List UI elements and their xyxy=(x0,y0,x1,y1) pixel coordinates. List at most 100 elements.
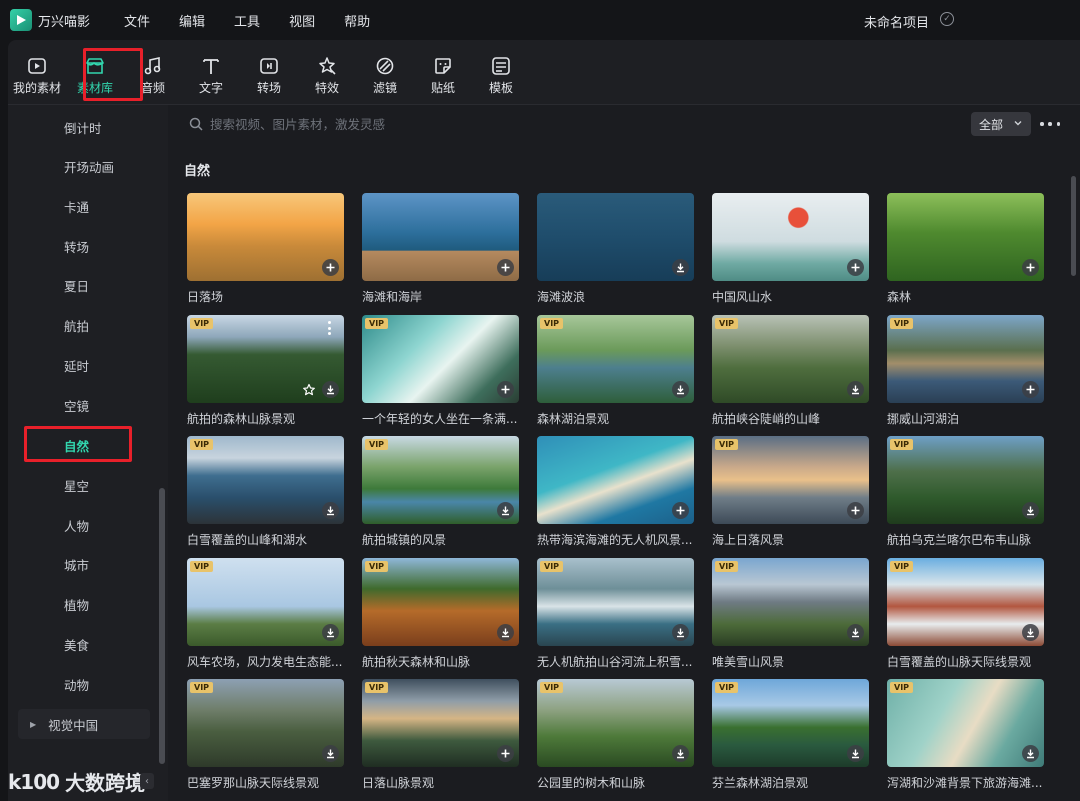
asset-thumbnail[interactable]: VIP xyxy=(362,315,519,403)
asset-card[interactable]: VIP 无人机航拍山谷河流上积雪... xyxy=(537,558,694,670)
project-name[interactable]: 未命名项目 xyxy=(864,12,929,31)
asset-card[interactable]: 海滩和海岸 xyxy=(362,193,519,305)
asset-thumbnail[interactable]: VIP xyxy=(887,436,1044,524)
download-button[interactable] xyxy=(847,381,864,398)
sidebar-item[interactable]: 开场动画 xyxy=(8,146,158,186)
filter-dropdown[interactable]: 全部 xyxy=(971,112,1031,136)
asset-card[interactable]: VIP 白雪覆盖的山峰和湖水 xyxy=(187,436,344,548)
collapse-sidebar-button[interactable]: ‹ xyxy=(140,773,154,789)
add-button[interactable] xyxy=(497,745,514,762)
asset-card[interactable]: VIP 风车农场，风力发电生态能... xyxy=(187,558,344,670)
asset-card[interactable]: VIP 航拍秋天森林和山脉 xyxy=(362,558,519,670)
sidebar-item[interactable]: 夏日 xyxy=(8,265,158,305)
asset-thumbnail[interactable] xyxy=(362,193,519,281)
download-button[interactable] xyxy=(1022,502,1039,519)
download-button[interactable] xyxy=(497,502,514,519)
asset-thumbnail[interactable]: VIP xyxy=(712,558,869,646)
sidebar-item[interactable]: 卡通 xyxy=(8,186,158,226)
asset-card[interactable]: VIP 挪威山河湖泊 xyxy=(887,315,1044,427)
sidebar-item[interactable]: 人物 xyxy=(8,505,158,545)
add-button[interactable] xyxy=(497,381,514,398)
download-button[interactable] xyxy=(672,745,689,762)
tab-audio[interactable]: 音频 xyxy=(124,42,182,100)
sidebar-item[interactable]: 倒计时 xyxy=(8,107,158,147)
download-button[interactable] xyxy=(847,745,864,762)
menu-file[interactable]: 文件 xyxy=(124,11,150,30)
asset-thumbnail[interactable]: VIP xyxy=(712,436,869,524)
tab-transitions[interactable]: 转场 xyxy=(240,42,298,100)
asset-card[interactable]: VIP 巴塞罗那山脉天际线景观 xyxy=(187,679,344,791)
asset-card[interactable]: VIP 海上日落风景 xyxy=(712,436,869,548)
asset-thumbnail[interactable]: VIP xyxy=(187,315,344,403)
asset-thumbnail[interactable] xyxy=(537,436,694,524)
sidebar-item[interactable]: 延时 xyxy=(8,345,158,385)
favorite-star-icon[interactable] xyxy=(302,383,316,397)
asset-thumbnail[interactable]: VIP xyxy=(362,679,519,767)
more-options-icon[interactable] xyxy=(1040,116,1060,132)
sidebar-item-nature[interactable]: 自然 xyxy=(8,425,158,465)
add-button[interactable] xyxy=(322,259,339,276)
asset-card[interactable]: VIP 一个年轻的女人坐在一条满... xyxy=(362,315,519,427)
tab-text[interactable]: 文字 xyxy=(182,42,240,100)
add-button[interactable] xyxy=(497,259,514,276)
download-button[interactable] xyxy=(672,381,689,398)
download-button[interactable] xyxy=(1022,745,1039,762)
tab-effects[interactable]: 特效 xyxy=(298,42,356,100)
sidebar-item[interactable]: 航拍 xyxy=(8,305,158,345)
asset-thumbnail[interactable] xyxy=(887,193,1044,281)
asset-thumbnail[interactable]: VIP xyxy=(362,558,519,646)
asset-card[interactable]: VIP 航拍的森林山脉景观 xyxy=(187,315,344,427)
sidebar-item[interactable]: 星空 xyxy=(8,465,158,505)
download-button[interactable] xyxy=(322,624,339,641)
download-button[interactable] xyxy=(497,624,514,641)
asset-thumbnail[interactable] xyxy=(712,193,869,281)
asset-card[interactable]: VIP 唯美雪山风景 xyxy=(712,558,869,670)
asset-card[interactable]: 中国风山水 xyxy=(712,193,869,305)
download-button[interactable] xyxy=(672,624,689,641)
download-button[interactable] xyxy=(322,502,339,519)
asset-card[interactable]: VIP 芬兰森林湖泊景观 xyxy=(712,679,869,791)
asset-thumbnail[interactable]: VIP xyxy=(187,558,344,646)
menu-edit[interactable]: 编辑 xyxy=(179,11,205,30)
asset-thumbnail[interactable] xyxy=(187,193,344,281)
add-button[interactable] xyxy=(672,502,689,519)
asset-thumbnail[interactable]: VIP xyxy=(362,436,519,524)
asset-card[interactable]: VIP 日落山脉景观 xyxy=(362,679,519,791)
asset-card[interactable]: VIP 森林湖泊景观 xyxy=(537,315,694,427)
download-button[interactable] xyxy=(1022,624,1039,641)
asset-card[interactable]: 森林 xyxy=(887,193,1044,305)
download-button[interactable] xyxy=(322,381,339,398)
add-button[interactable] xyxy=(847,502,864,519)
menu-help[interactable]: 帮助 xyxy=(344,11,370,30)
menu-tools[interactable]: 工具 xyxy=(234,11,260,30)
asset-thumbnail[interactable]: VIP xyxy=(712,315,869,403)
sidebar-group-vcg[interactable]: ▶ 视觉中国 xyxy=(18,709,150,739)
add-button[interactable] xyxy=(847,259,864,276)
asset-card[interactable]: VIP 航拍峡谷陡峭的山峰 xyxy=(712,315,869,427)
add-button[interactable] xyxy=(1022,259,1039,276)
download-button[interactable] xyxy=(847,624,864,641)
menu-view[interactable]: 视图 xyxy=(289,11,315,30)
tab-filters[interactable]: 滤镜 xyxy=(356,42,414,100)
sidebar-item[interactable]: 空镜 xyxy=(8,385,158,425)
asset-thumbnail[interactable]: VIP xyxy=(887,558,1044,646)
sidebar-item[interactable]: 动物 xyxy=(8,664,158,704)
tab-my-media[interactable]: 我的素材 xyxy=(8,42,66,100)
asset-thumbnail[interactable] xyxy=(537,193,694,281)
asset-card[interactable]: VIP 泻湖和沙滩背景下旅游海滩... xyxy=(887,679,1044,791)
sidebar-item[interactable]: 转场 xyxy=(8,226,158,266)
asset-card[interactable]: 海滩波浪 xyxy=(537,193,694,305)
asset-card[interactable]: 日落场 xyxy=(187,193,344,305)
content-scrollbar[interactable] xyxy=(1071,176,1076,276)
asset-card[interactable]: VIP 航拍乌克兰喀尔巴布韦山脉 xyxy=(887,436,1044,548)
asset-card[interactable]: VIP 航拍城镇的风景 xyxy=(362,436,519,548)
tab-stock-library[interactable]: 素材库 xyxy=(66,42,124,100)
sidebar-item[interactable]: 美食 xyxy=(8,624,158,664)
sidebar-scrollbar[interactable] xyxy=(159,488,165,764)
asset-thumbnail[interactable]: VIP xyxy=(887,679,1044,767)
asset-card[interactable]: 热带海滨海滩的无人机风景... xyxy=(537,436,694,548)
tab-stickers[interactable]: 贴纸 xyxy=(414,42,472,100)
sidebar-item[interactable]: 城市 xyxy=(8,544,158,584)
download-button[interactable] xyxy=(672,259,689,276)
asset-card[interactable]: VIP 公园里的树木和山脉 xyxy=(537,679,694,791)
